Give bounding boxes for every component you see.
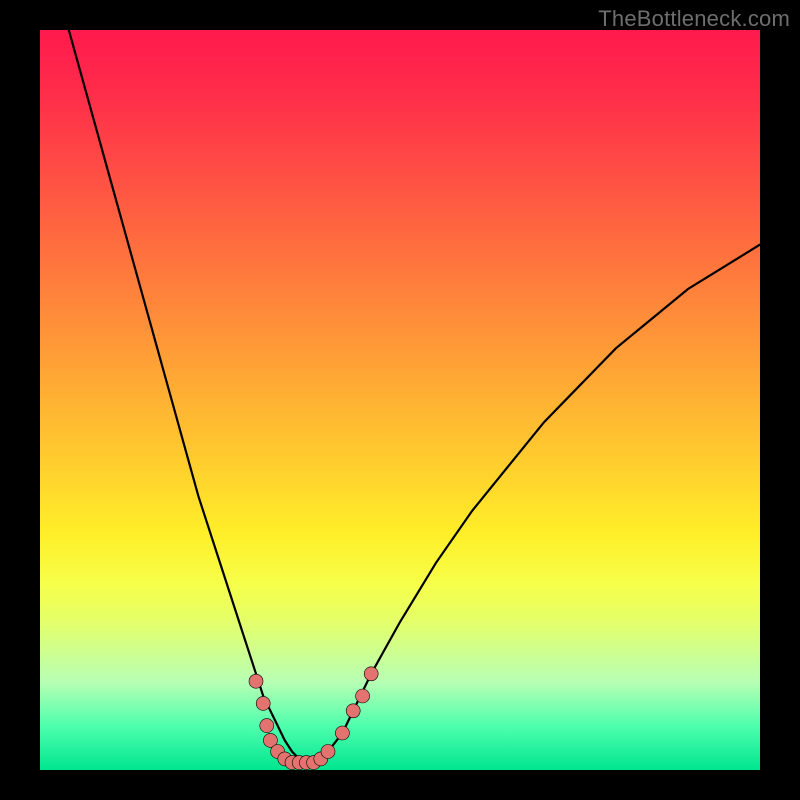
watermark-text: TheBottleneck.com [598, 6, 790, 32]
data-point [321, 745, 335, 759]
data-point [364, 667, 378, 681]
bottleneck-curve [69, 30, 760, 763]
data-point [346, 704, 360, 718]
curve-svg [40, 30, 760, 770]
data-point [356, 689, 370, 703]
data-point [260, 719, 274, 733]
data-point [249, 674, 263, 688]
data-points-group [249, 667, 378, 770]
data-point [256, 696, 270, 710]
plot-area [40, 30, 760, 770]
data-point [335, 726, 349, 740]
chart-frame: TheBottleneck.com [0, 0, 800, 800]
